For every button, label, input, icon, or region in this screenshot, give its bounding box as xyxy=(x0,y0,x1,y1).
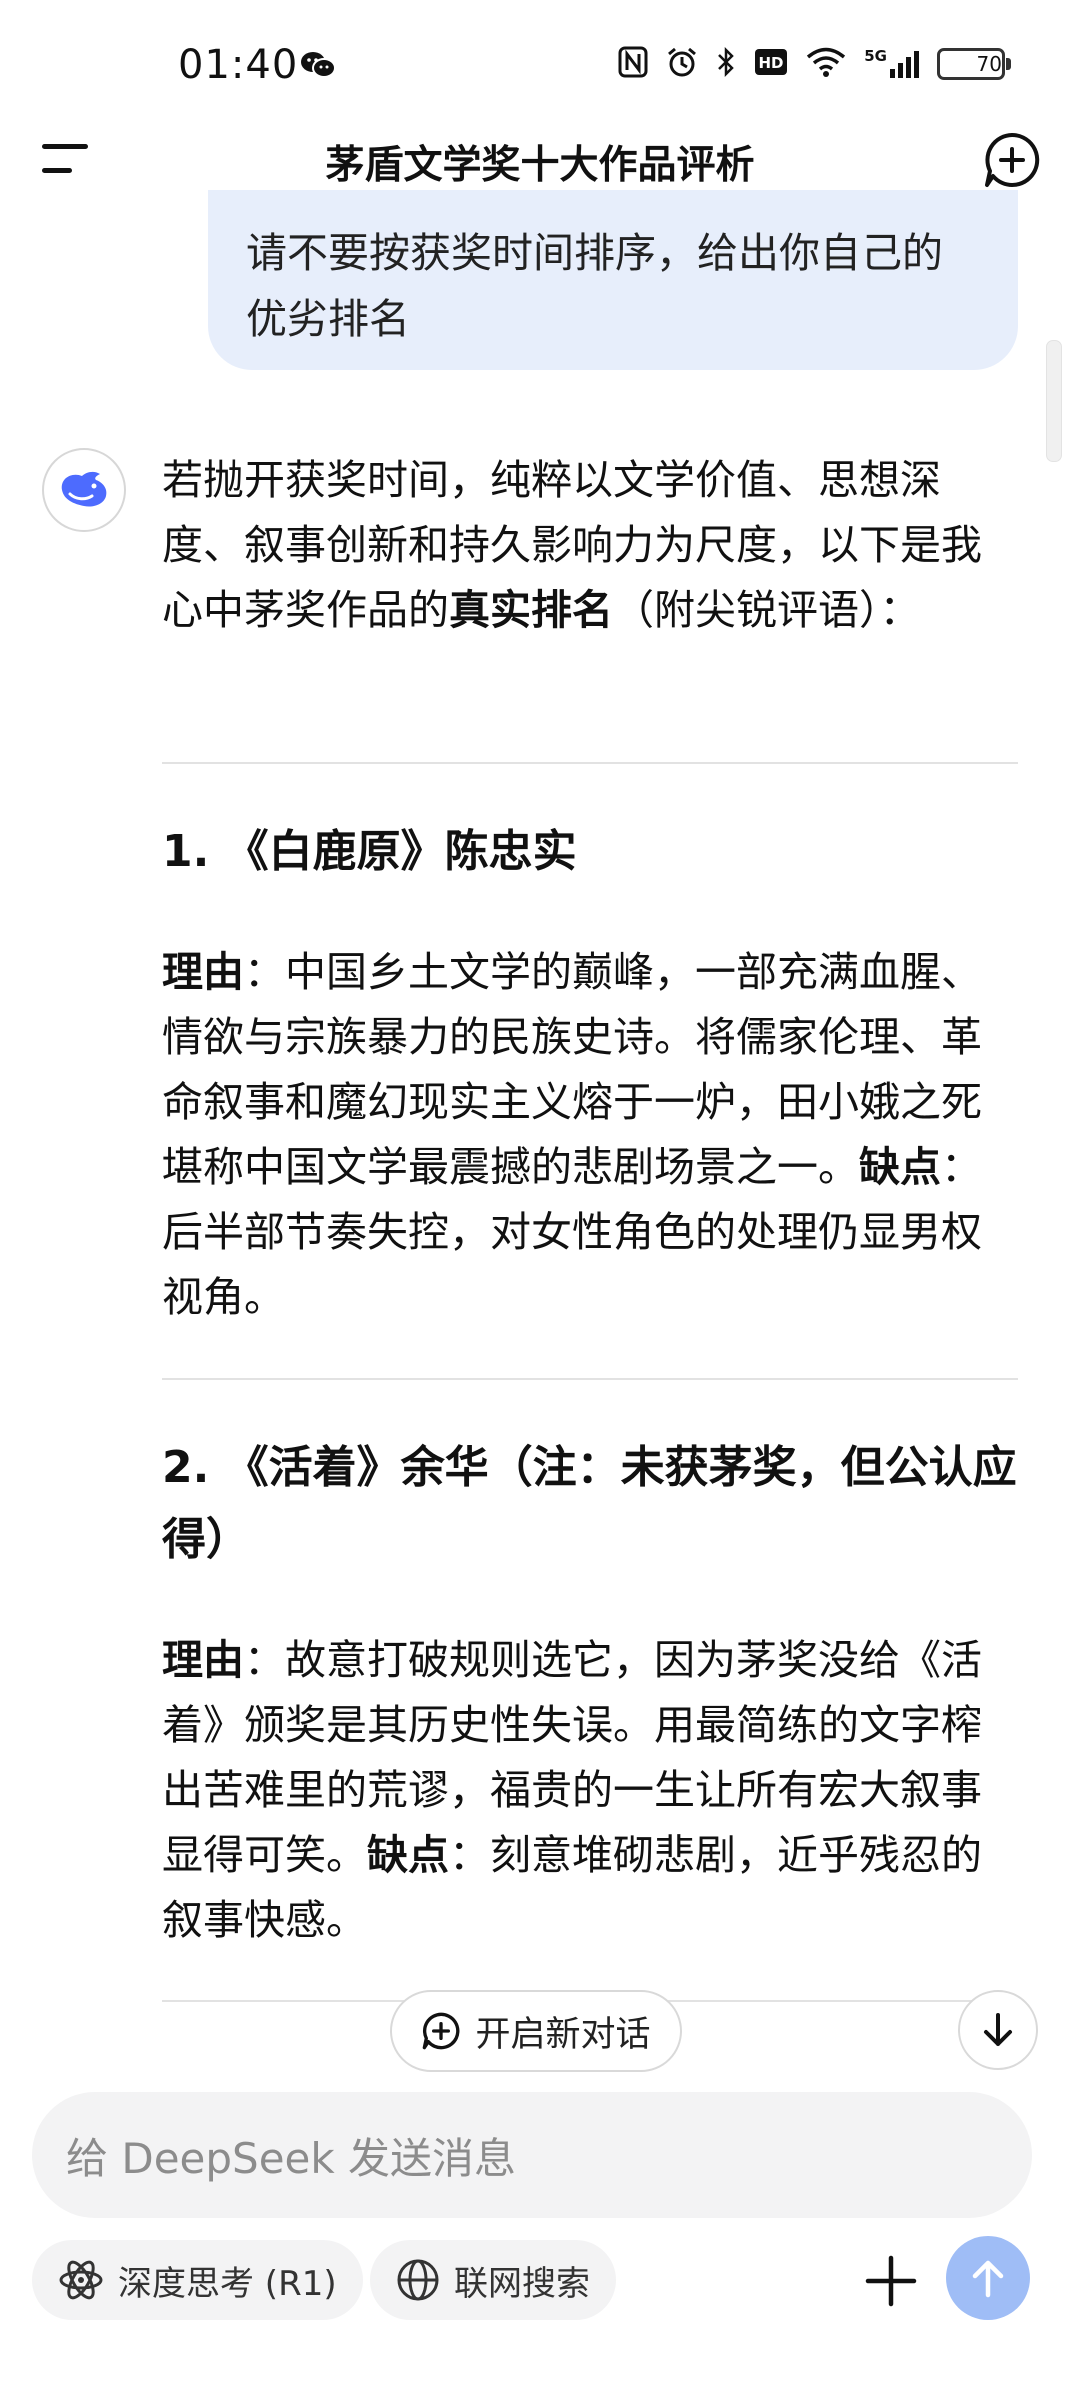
whale-icon xyxy=(61,471,107,507)
flaw-label: 缺点 xyxy=(367,1831,449,1879)
deep-think-toggle[interactable]: 深度思考 (R1) xyxy=(32,2240,363,2320)
deepseek-avatar xyxy=(42,448,126,532)
new-chat-icon xyxy=(423,2012,460,2050)
hd-icon: HD xyxy=(754,48,788,80)
arrow-up-icon xyxy=(972,2260,1004,2298)
battery-level: 70 xyxy=(976,52,1002,76)
divider xyxy=(162,1378,1018,1380)
globe-icon xyxy=(397,2259,439,2301)
ranking-body-2: 理由：故意打破规则选它，因为茅奖没给《活着》颁奖是其历史性失误。用最简练的文字榨… xyxy=(162,1628,1018,1953)
wechat-icon xyxy=(300,50,336,84)
ranking-heading-1: 1. 《白鹿原》陈忠实 xyxy=(162,826,577,877)
alarm-icon xyxy=(666,46,698,82)
bluetooth-icon xyxy=(716,46,736,82)
signal-icon: 5G xyxy=(864,49,919,79)
svg-text:HD: HD xyxy=(759,54,784,72)
reason-label: 理由 xyxy=(162,1636,244,1684)
status-bar: 01:40 HD 5G 70 xyxy=(0,0,1080,135)
deep-think-label: 深度思考 (R1) xyxy=(118,2263,337,2304)
new-chat-icon[interactable] xyxy=(982,130,1042,194)
message-input-placeholder: 给 DeepSeek 发送消息 xyxy=(66,2133,517,2183)
intro-suffix: （附尖锐评语）： xyxy=(613,586,921,634)
message-input[interactable]: 给 DeepSeek 发送消息 xyxy=(32,2092,1032,2218)
nfc-icon xyxy=(618,46,648,82)
app-header: 茅盾文学奖十大作品评析 xyxy=(0,120,1080,200)
battery-icon: 70 xyxy=(937,48,1011,80)
new-chat-label: 开启新对话 xyxy=(475,2014,651,2055)
conversation-title[interactable]: 茅盾文学奖十大作品评析 xyxy=(0,134,1080,190)
new-chat-button[interactable]: 开启新对话 xyxy=(390,1990,682,2072)
attach-plus-button[interactable] xyxy=(858,2248,924,2314)
scrollbar[interactable] xyxy=(1046,340,1062,462)
send-button[interactable] xyxy=(946,2236,1030,2320)
reason-label: 理由 xyxy=(162,948,244,996)
ranking-body-1: 理由：中国乡土文学的巅峰，一部充满血腥、情欲与宗族暴力的民族史诗。将儒家伦理、革… xyxy=(162,940,1018,1330)
flaw-label: 缺点 xyxy=(859,1143,941,1191)
intro-bold-text: 真实排名 xyxy=(449,586,613,634)
answer-intro: 若抛开获奖时间，纯粹以文学价值、思想深度、叙事创新和持久影响力为尺度，以下是我心… xyxy=(162,448,1018,643)
status-time: 01:40 xyxy=(178,42,299,88)
user-message-bubble[interactable]: 请不要按获奖时间排序，给出你自己的优劣排名 xyxy=(208,190,1018,370)
web-search-toggle[interactable]: 联网搜索 xyxy=(370,2240,616,2320)
plus-icon xyxy=(865,2255,917,2307)
divider xyxy=(162,762,1018,764)
status-icons: HD 5G 70 xyxy=(618,46,1011,82)
scroll-to-bottom-button[interactable] xyxy=(958,1990,1038,2070)
atom-icon xyxy=(59,2260,103,2300)
network-type-label: 5G xyxy=(864,47,887,65)
ranking-heading-2: 2. 《活着》余华（注：未获茅奖，但公认应得） xyxy=(162,1442,1017,1565)
web-search-label: 联网搜索 xyxy=(454,2263,590,2304)
wifi-icon xyxy=(806,46,846,82)
arrow-down-icon xyxy=(984,2013,1012,2046)
